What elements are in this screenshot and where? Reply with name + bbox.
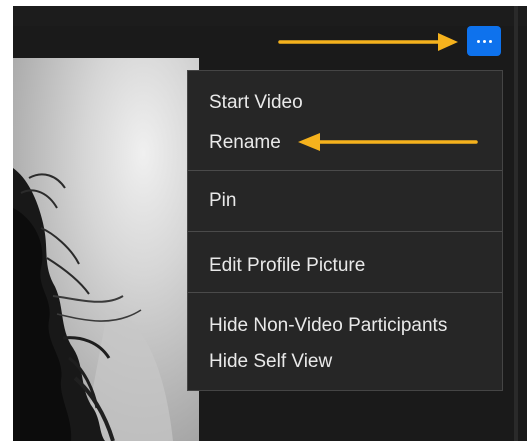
menu-item-hide-self-view[interactable]: Hide Self View: [209, 349, 332, 375]
menu-item-edit-profile-picture[interactable]: Edit Profile Picture: [209, 253, 365, 279]
video-top-bar: [13, 6, 527, 26]
participant-context-menu: Start Video Rename Pin Edit Profile Pict…: [187, 70, 503, 391]
participant-photo: [13, 58, 199, 441]
window-edge: [514, 6, 518, 441]
menu-item-start-video[interactable]: Start Video: [209, 90, 303, 116]
menu-divider: [188, 292, 502, 293]
menu-item-rename[interactable]: Rename: [209, 130, 281, 156]
menu-item-hide-non-video-participants[interactable]: Hide Non-Video Participants: [209, 313, 447, 339]
ellipsis-icon: [475, 39, 493, 43]
menu-item-pin[interactable]: Pin: [209, 188, 236, 214]
screenshot: Start Video Rename Pin Edit Profile Pict…: [0, 0, 531, 441]
menu-divider: [188, 170, 502, 171]
menu-divider: [188, 231, 502, 232]
more-options-button[interactable]: [467, 26, 501, 56]
hair-illustration: [13, 58, 199, 441]
